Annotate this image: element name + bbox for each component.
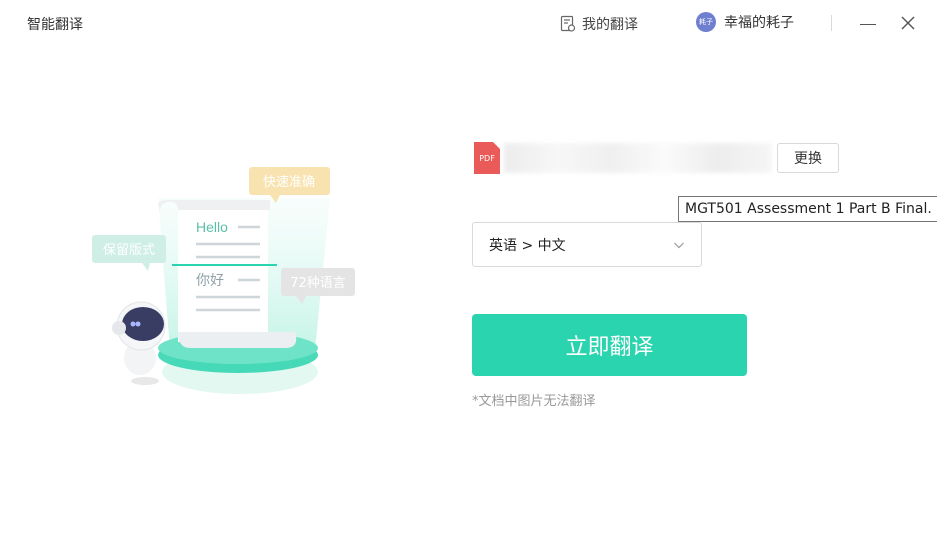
file-name-tooltip: MGT501 Assessment 1 Part B Final. bbox=[678, 196, 937, 222]
robot-eye bbox=[130, 321, 136, 327]
file-row: PDF 更换 bbox=[474, 142, 839, 174]
minimize-icon[interactable] bbox=[860, 24, 876, 25]
header-divider bbox=[831, 15, 832, 31]
change-file-button[interactable]: 更换 bbox=[777, 143, 839, 173]
my-translations-label: 我的翻译 bbox=[582, 17, 638, 33]
image-note: *文档中图片无法翻译 bbox=[472, 394, 596, 409]
robot-visor bbox=[122, 307, 164, 341]
bubble-fast: 快速准确 bbox=[263, 175, 315, 190]
pdf-file-icon: PDF bbox=[474, 142, 500, 174]
user-name: 幸福的耗子 bbox=[724, 15, 794, 31]
scroll-nihao: 你好 bbox=[196, 273, 224, 289]
language-select-value: 英语 > 中文 bbox=[489, 237, 566, 254]
bubble-keep: 保留版式 bbox=[103, 243, 155, 258]
document-list-icon bbox=[560, 15, 576, 32]
close-icon[interactable] bbox=[899, 14, 917, 32]
translate-now-button[interactable]: 立即翻译 bbox=[472, 314, 747, 376]
robot-eye bbox=[135, 321, 141, 327]
scroll-hello: Hello bbox=[196, 219, 228, 235]
file-name bbox=[504, 143, 772, 173]
user-menu[interactable]: 耗子 幸福的耗子 bbox=[696, 12, 794, 32]
chevron-down-icon bbox=[674, 242, 684, 248]
pdf-label: PDF bbox=[479, 153, 495, 163]
my-translations-link[interactable]: 我的翻译 bbox=[560, 14, 638, 34]
scroll-bottom-curl bbox=[178, 332, 297, 348]
app-title: 智能翻译 bbox=[27, 17, 83, 33]
language-select[interactable]: 英语 > 中文 bbox=[472, 222, 702, 267]
translation-illustration: Hello 你好 快速准确 保留版式 72种语言 bbox=[92, 167, 355, 394]
avatar: 耗子 bbox=[696, 12, 716, 32]
robot-shadow bbox=[131, 377, 159, 385]
bubble-langs: 72种语言 bbox=[290, 276, 346, 291]
robot-ear bbox=[112, 321, 126, 335]
